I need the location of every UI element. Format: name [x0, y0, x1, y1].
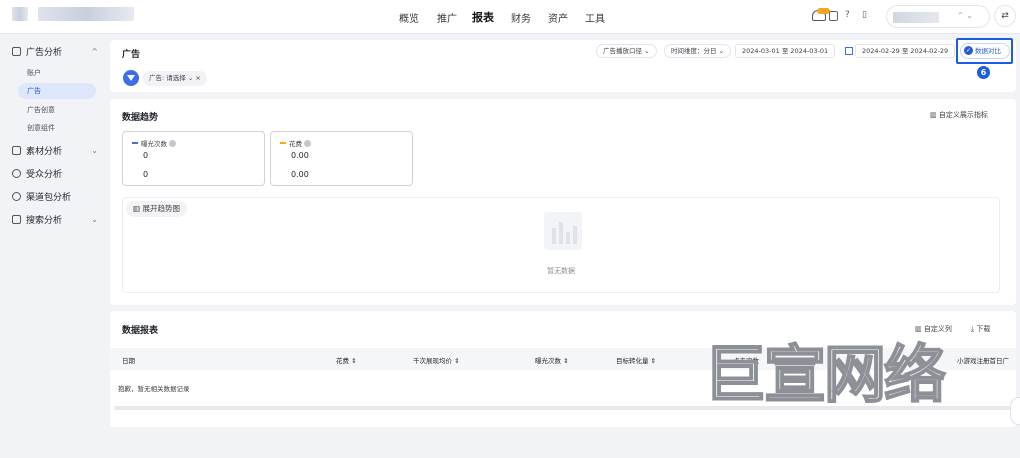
nav-assets[interactable]: 资产	[548, 10, 568, 25]
column-header-date[interactable]: 日期	[122, 355, 135, 365]
ad-filter-chip[interactable]: 广告: 请选择 ⌄ ×	[143, 71, 207, 86]
phone-icon[interactable]: ▯	[862, 10, 867, 20]
time-dimension-select[interactable]: 时间维度：分日 ⌄	[664, 44, 732, 58]
series-color-marker	[280, 142, 286, 144]
sidebar-group-audience-analysis[interactable]: 受众分析	[12, 167, 98, 180]
series-color-marker	[132, 142, 138, 144]
sidebar-group-material-analysis[interactable]: 素材分析 ⌄	[12, 144, 98, 157]
filter-icon[interactable]	[123, 70, 139, 86]
download-button[interactable]: ⤓ 下载	[971, 324, 990, 334]
metric-value-current: 0	[143, 151, 149, 160]
top-bar: 概览 推广 报表 财务 资产 工具 ? ▯ ⌃ ⌄ ⇄	[0, 0, 1020, 34]
column-header-conversions[interactable]: 目标转化量 ⇕	[616, 355, 656, 365]
nav-promotion[interactable]: 推广	[437, 10, 457, 25]
sidebar-group-label: 素材分析	[26, 147, 63, 157]
info-icon	[304, 140, 311, 147]
chevron-down-icon: ⌄	[91, 146, 98, 155]
metric-label: 花费	[289, 138, 311, 148]
chevron-up-icon: ^	[91, 47, 98, 56]
logo-icon	[12, 7, 28, 21]
empty-chart-icon	[544, 212, 582, 250]
column-header-cost[interactable]: 花费 ⇕	[336, 355, 357, 365]
highlight-box	[956, 38, 1013, 64]
download-label: 下载	[976, 325, 991, 333]
nav-report[interactable]: 报表	[472, 9, 494, 25]
user-icon	[12, 169, 21, 178]
chevron-down-icon: ⌄	[91, 215, 98, 224]
sidebar-item-ad-creative[interactable]: 广告创意	[27, 105, 55, 115]
metric-value-compare: 0	[143, 170, 149, 179]
table-empty-message: 抱歉，暂无相关数据记录	[118, 385, 190, 393]
sidebar-group-label: 广告分析	[26, 48, 63, 58]
column-header-cpm[interactable]: 千次展现均价 ⇕	[413, 355, 460, 365]
expand-trend-label: 展开趋势图	[142, 204, 180, 213]
compare-date-range-picker[interactable]: 2024-02-29 至 2024-02-29	[855, 44, 955, 58]
metric-value-compare: 0.00	[291, 170, 309, 179]
sidebar-item-account[interactable]: 账户	[27, 68, 41, 78]
sidebar-item-ad[interactable]: 广告	[18, 83, 96, 99]
nav-finance[interactable]: 财务	[511, 10, 531, 25]
nav-tools[interactable]: 工具	[585, 10, 605, 25]
sidebar-group-label: 渠道包分析	[26, 193, 72, 203]
chevron-icon: ⌃ ⌄	[957, 11, 973, 20]
custom-metrics-button[interactable]: ▥ 自定义展示指标	[930, 110, 988, 120]
swap-icon[interactable]: ⇄	[994, 5, 1016, 27]
report-icon	[12, 47, 21, 56]
sidebar-group-channel-analysis[interactable]: 渠道包分析	[12, 190, 98, 203]
nav-overview[interactable]: 概览	[399, 10, 419, 25]
metric-value-current: 0.00	[291, 151, 309, 160]
calendar-icon	[845, 47, 853, 55]
sidebar-item-creative-component[interactable]: 创意组件	[27, 123, 55, 133]
brand-name-blurred	[38, 7, 134, 21]
watermark: 巨宣网络	[703, 338, 947, 411]
floating-side-widget[interactable]	[1010, 397, 1020, 425]
column-header-impressions[interactable]: 曝光次数 ⇕	[535, 355, 569, 365]
sidebar-group-ad-analysis[interactable]: 广告分析 ^	[12, 45, 98, 58]
date-range-picker[interactable]: 2024-03-01 至 2024-03-01	[735, 44, 836, 58]
empty-state-text: 暂无数据	[547, 267, 575, 275]
sidebar-group-label: 搜索分析	[26, 216, 63, 226]
message-icon[interactable]	[829, 11, 838, 21]
image-icon	[12, 146, 21, 155]
expand-trend-button[interactable]: ▥ 展开趋势图	[126, 201, 187, 217]
metric-label: 曝光次数	[141, 138, 176, 148]
custom-metrics-label: 自定义展示指标	[938, 111, 988, 119]
gear-icon	[12, 192, 21, 201]
account-name-blurred	[893, 12, 939, 23]
step-badge: 6	[977, 66, 990, 79]
page-title: 广告	[122, 50, 141, 60]
section-title-trend: 数据趋势	[122, 113, 159, 123]
metric-card-impressions[interactable]: 曝光次数 0 0	[122, 131, 265, 186]
search-box-icon	[12, 215, 21, 224]
custom-columns-label: 自定义列	[923, 325, 952, 333]
account-selector[interactable]: ⌃ ⌄	[886, 5, 990, 28]
sidebar-group-label: 受众分析	[26, 170, 63, 180]
ad-delivery-caliber-select[interactable]: 广告播放口径 ⌄	[596, 44, 657, 58]
sidebar-group-search-analysis[interactable]: 搜索分析 ⌄	[12, 213, 98, 226]
help-icon[interactable]: ?	[845, 10, 850, 20]
column-header-minigame-register[interactable]: 小游戏注册首日广	[957, 355, 1016, 365]
section-title-report: 数据报表	[122, 326, 159, 336]
custom-columns-button[interactable]: ▥ 自定义列	[915, 324, 952, 334]
metric-card-cost[interactable]: 花费 0.00 0.00	[270, 131, 413, 186]
info-icon	[169, 140, 176, 147]
